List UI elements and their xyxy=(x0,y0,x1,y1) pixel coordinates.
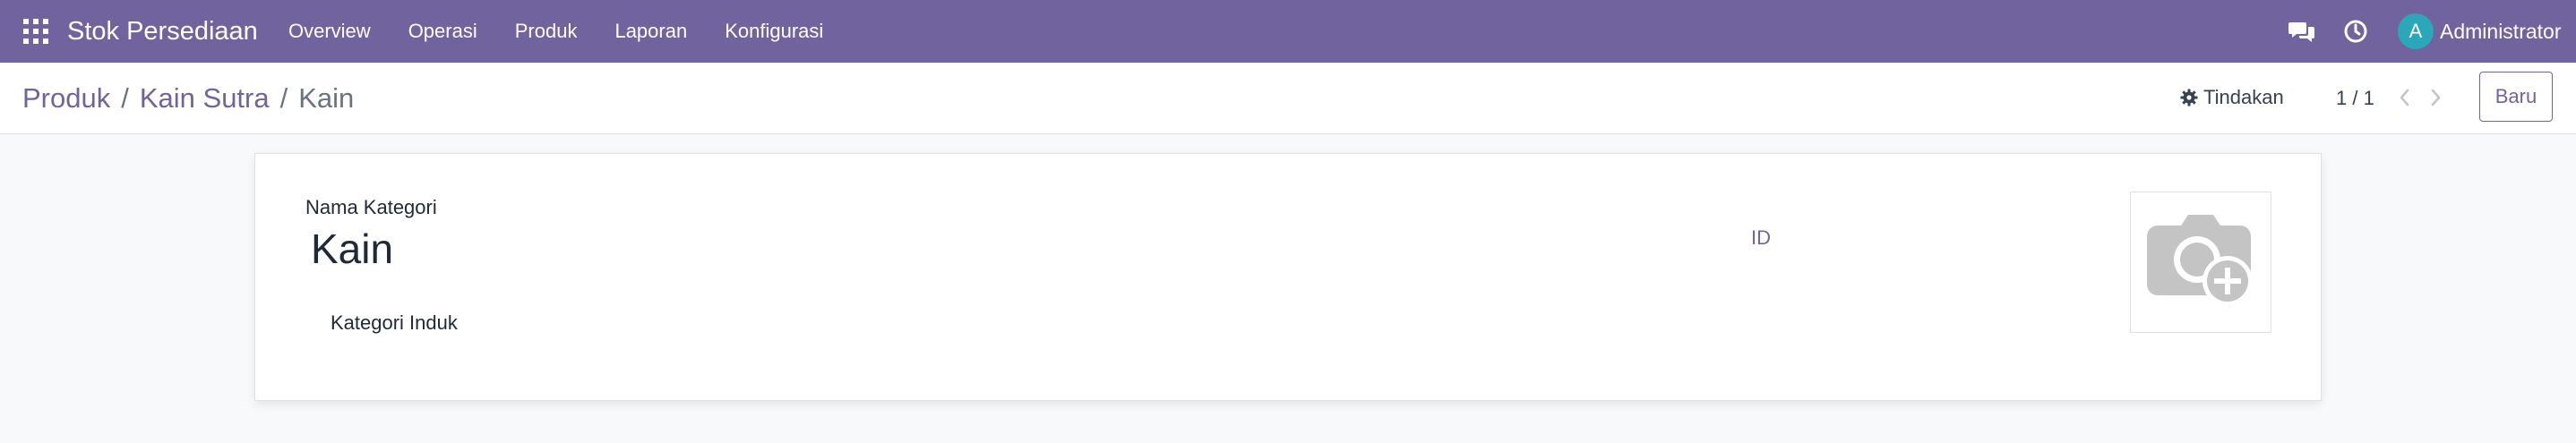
actions-button[interactable]: Tindakan xyxy=(2180,86,2284,109)
id-label: ID xyxy=(1751,226,1771,249)
breadcrumb-item-produk[interactable]: Produk xyxy=(22,82,110,115)
category-name-input[interactable]: Kain xyxy=(311,224,1833,274)
image-upload[interactable] xyxy=(2130,192,2271,333)
chevron-right-icon[interactable] xyxy=(2426,84,2447,111)
menu-item-produk[interactable]: Produk xyxy=(515,20,578,43)
chat-icon[interactable] xyxy=(2288,17,2316,46)
apps-grid-icon[interactable] xyxy=(23,19,48,44)
camera-plus-icon xyxy=(2147,215,2253,306)
menu-item-overview[interactable]: Overview xyxy=(288,20,371,43)
parent-category-label: Kategori Induk xyxy=(331,311,458,334)
breadcrumb-separator: / xyxy=(279,82,288,114)
gear-icon xyxy=(2180,89,2198,106)
app-title[interactable]: Stok Persediaan xyxy=(67,16,258,47)
top-navbar: Stok Persediaan Overview Operasi Produk … xyxy=(0,0,2576,63)
breadcrumb-separator: / xyxy=(121,82,129,114)
pager-value[interactable]: 1 / 1 xyxy=(2336,87,2374,110)
user-name[interactable]: Administrator xyxy=(2440,20,2561,44)
clock-icon[interactable] xyxy=(2341,17,2370,46)
category-name-label: Nama Kategori xyxy=(305,196,437,218)
main-menu: Overview Operasi Produk Laporan Konfigur… xyxy=(288,0,861,63)
control-panel: Produk / Kain Sutra / Kain Tindakan 1 / … xyxy=(0,63,2576,134)
actions-label: Tindakan xyxy=(2203,86,2284,108)
chevron-left-icon[interactable] xyxy=(2393,84,2415,111)
breadcrumb-item-kain-sutra[interactable]: Kain Sutra xyxy=(140,82,270,115)
menu-item-laporan[interactable]: Laporan xyxy=(614,20,687,43)
menu-item-operasi[interactable]: Operasi xyxy=(408,20,477,43)
new-button[interactable]: Baru xyxy=(2479,72,2553,122)
breadcrumb-current: Kain xyxy=(298,82,355,114)
form-sheet: Nama Kategori Kain Kategori Induk ID xyxy=(254,153,2322,401)
parent-category-input[interactable] xyxy=(560,306,1097,338)
menu-item-konfigurasi[interactable]: Konfigurasi xyxy=(725,20,823,43)
breadcrumb: Produk / Kain Sutra / Kain xyxy=(22,82,354,115)
avatar[interactable]: A xyxy=(2398,13,2434,49)
